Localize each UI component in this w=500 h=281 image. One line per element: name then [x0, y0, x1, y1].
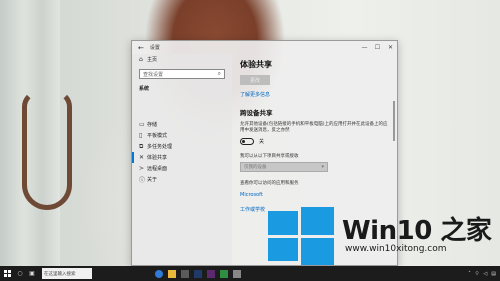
- taskbar: ○ ▣ 在这里输入搜索 ˄ ⌔ ◁ ▤: [0, 266, 500, 281]
- task-view-icon[interactable]: ▣: [26, 266, 38, 281]
- sidebar-item-tablet[interactable]: ▯ 平板模式: [132, 130, 232, 141]
- chevron-down-icon: ▾: [321, 164, 324, 170]
- taskbar-app-media[interactable]: [217, 266, 230, 281]
- folder-icon: [167, 269, 176, 278]
- multitask-icon: ⧉: [139, 142, 144, 150]
- window-title: 设置: [149, 45, 160, 51]
- settings-app-icon: [232, 269, 241, 278]
- maximize-button[interactable]: ☐: [371, 44, 384, 51]
- minimize-button[interactable]: —: [358, 44, 371, 51]
- taskbar-app-settings[interactable]: [230, 266, 243, 281]
- sidebar-item-about[interactable]: ⓘ 关于: [132, 174, 232, 185]
- cross-device-toggle-row: 关: [240, 138, 390, 145]
- taskbar-search-input[interactable]: 在这里输入搜索: [42, 268, 92, 279]
- network-icon[interactable]: ⌔: [475, 271, 480, 277]
- share-from-select: 仅我的设备 ▾: [240, 162, 328, 172]
- taskbar-app-edge[interactable]: [152, 266, 165, 281]
- nav-home-label: 主页: [147, 57, 158, 63]
- scrollbar[interactable]: [393, 101, 395, 141]
- sidebar-item-shared-experiences[interactable]: ✕ 体验共享: [132, 152, 232, 163]
- accounts-label: 查看你可以访问的应用和服务: [240, 181, 299, 186]
- windows-logo-icon: [268, 207, 334, 265]
- share-from-value: 仅我的设备: [244, 165, 267, 170]
- nav-section-label: 系统: [139, 86, 150, 92]
- storage-icon: ▭: [139, 121, 145, 128]
- cross-device-description: 允许其他设备(包括链接的手机和平板电脑)上的应用打开并在此设备上的应用中发送消息…: [240, 122, 388, 133]
- settings-nav: ⌂ 主页 查找设置 ⌕ 系统 ▭ 存储 ▯ 平板模式 ⧉ 多任务处理 ✕ 体验共…: [132, 54, 232, 265]
- search-input[interactable]: 查找设置 ⌕: [139, 69, 225, 79]
- microsoft-link[interactable]: Microsoft: [240, 192, 390, 198]
- share-from-label: 我可以从以下项目共享或接收: [240, 154, 299, 159]
- sidebar-item-remote-desktop[interactable]: ≻ 远程桌面: [132, 163, 232, 174]
- taskbar-app-photoshop[interactable]: [191, 266, 204, 281]
- window-controls: — ☐ ✕: [358, 44, 397, 51]
- back-arrow-icon[interactable]: ←: [138, 44, 144, 52]
- info-icon: ⓘ: [139, 177, 146, 184]
- change-button: 更改: [240, 75, 270, 85]
- logo-tile-br: [301, 238, 334, 265]
- photoshop-icon: [193, 269, 202, 278]
- store-icon: [180, 269, 189, 278]
- logo-tile-tr: [301, 207, 334, 235]
- system-tray: ˄ ⌔ ◁ ▤: [464, 271, 500, 277]
- start-windows-icon: [3, 270, 11, 277]
- sidebar-item-label: 远程桌面: [147, 166, 168, 172]
- sidebar-item-storage[interactable]: ▭ 存储: [132, 119, 232, 130]
- sidebar-item-label: 存储: [147, 122, 158, 128]
- logo-tile-tl: [268, 211, 298, 235]
- page-title: 体验共享: [240, 60, 272, 69]
- sidebar-item-label: 多任务处理: [147, 144, 173, 150]
- taskbar-app-store[interactable]: [178, 266, 191, 281]
- remote-icon: ≻: [139, 165, 145, 172]
- taskbar-app-premiere[interactable]: [204, 266, 217, 281]
- toggle-state-label: 关: [259, 139, 265, 145]
- cross-device-heading: 跨设备共享: [240, 109, 273, 117]
- close-button[interactable]: ✕: [384, 44, 397, 51]
- edge-icon: [154, 269, 163, 278]
- toggle-knob: [242, 140, 245, 143]
- sidebar-item-label: 关于: [147, 177, 158, 183]
- sidebar-item-label: 体验共享: [147, 155, 168, 161]
- media-icon: [219, 269, 228, 278]
- premiere-icon: [206, 269, 215, 278]
- nav-home[interactable]: ⌂ 主页: [132, 54, 232, 65]
- taskbar-app-folder[interactable]: [165, 266, 178, 281]
- chevron-up-icon[interactable]: ˄: [468, 271, 471, 277]
- sidebar-item-label: 平板模式: [147, 133, 168, 139]
- brand-url: www.win10xitong.com: [345, 244, 447, 254]
- sidebar-item-multitasking[interactable]: ⧉ 多任务处理: [132, 141, 232, 152]
- cross-device-toggle[interactable]: [240, 138, 254, 145]
- notification-icon[interactable]: ▤: [491, 271, 496, 277]
- logo-tile-bl: [268, 238, 298, 261]
- tablet-icon: ▯: [139, 132, 143, 139]
- search-icon: ⌕: [217, 70, 221, 77]
- volume-icon[interactable]: ◁: [483, 271, 487, 277]
- search-placeholder: 查找设置: [143, 71, 164, 78]
- wallpaper-strap: [22, 90, 72, 210]
- cortana-icon[interactable]: ○: [14, 266, 26, 281]
- brand-title: Win10 之家: [342, 216, 492, 246]
- taskbar-search-text: 在这里输入搜索: [44, 271, 76, 277]
- home-icon: ⌂: [139, 56, 143, 63]
- learn-more-link[interactable]: 了解更多信息: [240, 91, 390, 98]
- share-icon: ✕: [139, 154, 145, 161]
- window-titlebar: ← 设置 — ☐ ✕: [132, 41, 397, 54]
- start-button[interactable]: [0, 266, 14, 281]
